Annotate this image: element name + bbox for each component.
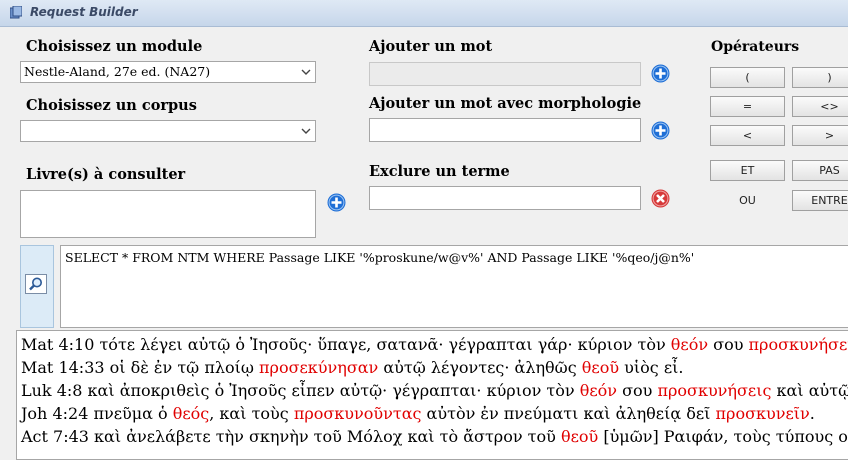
result-text: . <box>809 404 815 423</box>
result-line: Act 7:43 καὶ ἀνελάβετε τὴν σκηνὴν τοῦ Μό… <box>21 425 848 448</box>
highlighted-term: προσεκύνησαν <box>259 358 379 377</box>
result-text: καὶ αὐτῷ μόνῳ <box>776 381 848 400</box>
op-et-button[interactable]: ET <box>710 160 785 181</box>
livres-field[interactable] <box>20 190 316 238</box>
operateurs-label: Opérateurs <box>711 39 800 55</box>
exclure-label: Exclure un terme <box>369 163 510 180</box>
highlighted-term: θεοῦ <box>560 427 599 446</box>
result-line: Joh 4:24 πνεῦμα ὁ θεός, καὶ τοὺς προσκυν… <box>21 402 848 425</box>
result-text: υἱὸς εἶ. <box>619 358 684 377</box>
window-title: Request Builder <box>30 5 138 19</box>
module-label: Choisissez un module <box>26 38 203 55</box>
highlighted-term: προσκυνοῦντας <box>293 404 422 423</box>
query-textarea[interactable]: SELECT * FROM NTM WHERE Passage LIKE '%p… <box>60 245 848 328</box>
highlighted-term: θεοῦ <box>581 358 620 377</box>
result-text: Act 7:43 καὶ ἀνελάβετε τὴν σκηνὴν τοῦ Μό… <box>21 427 561 446</box>
op-pas-button[interactable]: PAS <box>792 160 848 181</box>
chevron-down-icon <box>301 128 311 134</box>
ajouter-morpho-field[interactable] <box>369 118 641 142</box>
module-select[interactable]: Nestle-Aland, 27e ed. (NA27) <box>20 61 316 83</box>
add-mot-button[interactable] <box>651 64 670 83</box>
result-text: σου <box>708 335 749 354</box>
highlighted-term: θεόν <box>579 381 618 400</box>
highlighted-term: θεόν <box>670 335 709 354</box>
ajouter-mot-field[interactable] <box>369 62 641 86</box>
result-text: Mat 14:33 οἱ δὲ ἐν τῷ πλοίῳ <box>21 358 260 377</box>
op-greater-button[interactable]: > <box>792 125 848 146</box>
highlighted-term: θεός <box>172 404 210 423</box>
result-text: Luk 4:8 καὶ ἀποκριθεὶς ὁ Ἰησοῦς εἶπεν αὐ… <box>21 381 580 400</box>
corpus-select[interactable] <box>20 120 316 142</box>
highlighted-term: προσκυνήσεις <box>657 381 772 400</box>
highlighted-term: προσκυνήσεις <box>748 335 848 354</box>
ajouter-mot-label: Ajouter un mot <box>369 38 493 55</box>
title-bar: Request Builder <box>0 0 848 27</box>
op-entre-button[interactable]: ENTRE <box>792 190 848 211</box>
query-side-panel <box>20 245 54 328</box>
result-text: Mat 4:10 τότε λέγει αὐτῷ ὁ Ἰησοῦς· ὕπαγε… <box>21 335 671 354</box>
result-line: Luk 4:8 καὶ ἀποκριθεὶς ὁ Ἰησοῦς εἶπεν αὐ… <box>21 379 848 402</box>
result-line: Mat 14:33 οἱ δὲ ἐν τῷ πλοίῳ προσεκύνησαν… <box>21 356 848 379</box>
remove-term-button[interactable] <box>651 189 670 208</box>
search-button[interactable] <box>25 274 47 294</box>
op-equals-button[interactable]: = <box>710 96 785 117</box>
result-text: αὐτῷ λέγοντες· ἀληθῶς <box>378 358 582 377</box>
add-morpho-button[interactable] <box>651 121 670 140</box>
result-text: , καὶ τοὺς <box>209 404 294 423</box>
result-text: αὐτὸν ἐν πνεύματι καὶ ἀληθείᾳ δεῖ <box>421 404 716 423</box>
results-panel[interactable]: Mat 4:10 τότε λέγει αὐτῷ ὁ Ἰησοῦς· ὕπαγε… <box>16 330 848 460</box>
op-close-paren-button[interactable]: ) <box>792 67 848 88</box>
chevron-down-icon <box>301 69 311 75</box>
op-ou-button[interactable]: OU <box>710 194 785 207</box>
corpus-label: Choisissez un corpus <box>26 97 197 114</box>
ajouter-morpho-label: Ajouter un mot avec morphologie <box>369 95 642 112</box>
magnifier-icon <box>29 277 42 291</box>
exclure-field[interactable] <box>369 186 641 210</box>
result-text: σου <box>617 381 658 400</box>
add-livre-button[interactable] <box>327 193 346 212</box>
module-select-value: Nestle-Aland, 27e ed. (NA27) <box>24 64 211 79</box>
op-not-equal-button[interactable]: <> <box>792 96 848 117</box>
window-icon <box>10 6 22 19</box>
result-text: [ὑμῶν] Ραιφάν, τοὺς τύπους οὓς ἐπο <box>603 427 848 446</box>
livres-label: Livre(s) à consulter <box>26 166 186 183</box>
query-text: SELECT * FROM NTM WHERE Passage LIKE '%p… <box>65 250 695 265</box>
highlighted-term: προσκυνεῖν <box>715 404 810 423</box>
result-text: Joh 4:24 πνεῦμα ὁ <box>21 404 173 423</box>
result-line: Mat 4:10 τότε λέγει αὐτῷ ὁ Ἰησοῦς· ὕπαγε… <box>21 333 848 356</box>
op-open-paren-button[interactable]: ( <box>710 67 785 88</box>
op-less-button[interactable]: < <box>710 125 785 146</box>
